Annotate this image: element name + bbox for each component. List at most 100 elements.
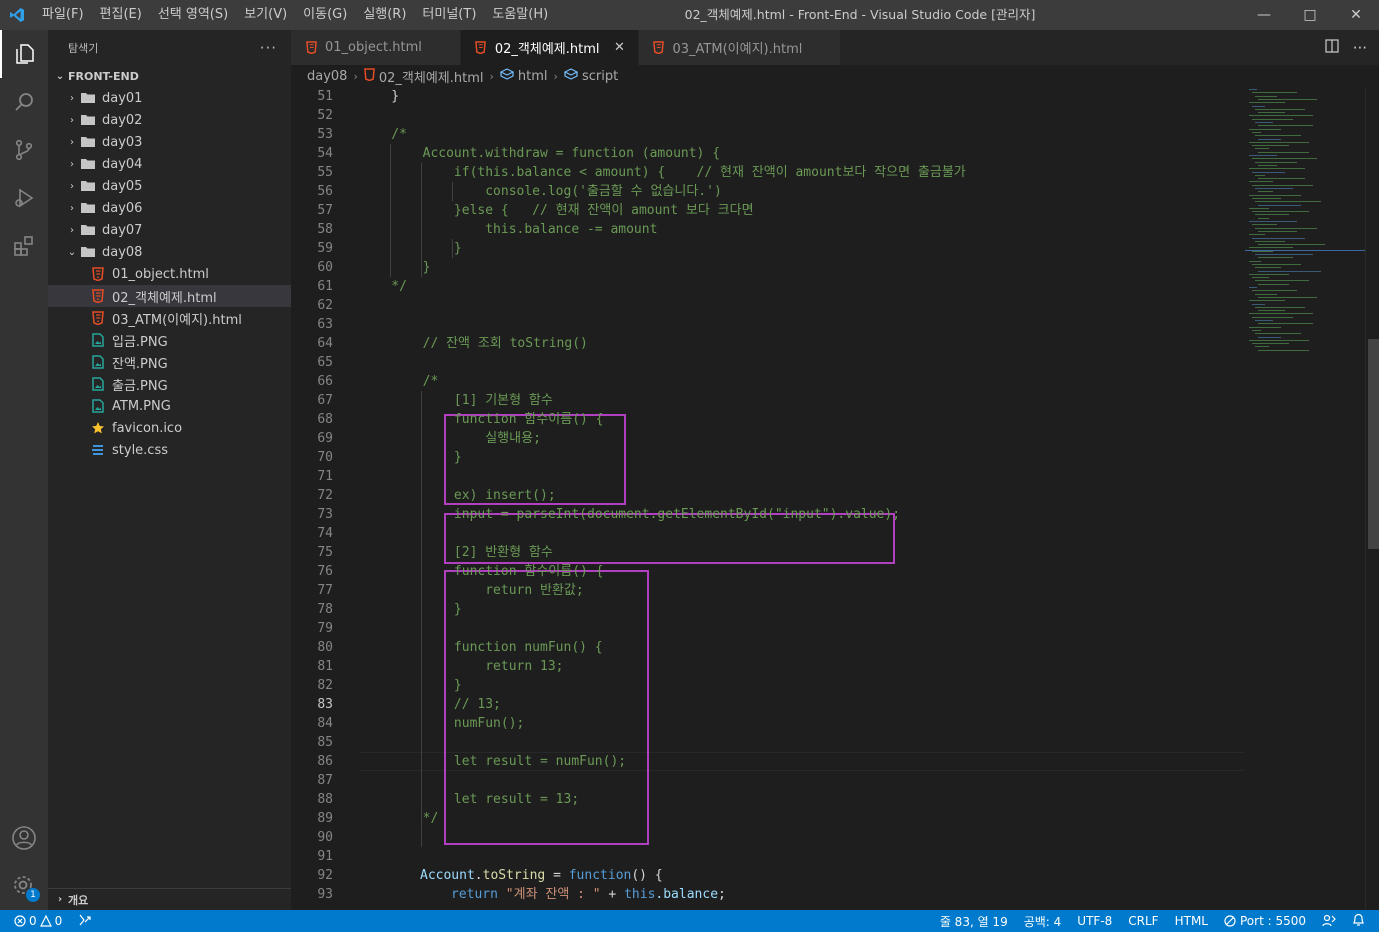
settings-gear-icon[interactable]: 1 bbox=[0, 862, 48, 910]
minimap-line bbox=[1249, 207, 1269, 209]
file-item[interactable]: style.css bbox=[48, 439, 291, 461]
folder-day07[interactable]: › day07 bbox=[48, 219, 291, 241]
folder-day01[interactable]: › day01 bbox=[48, 87, 291, 109]
workspace-root[interactable]: ⌄ FRONT-END bbox=[48, 65, 291, 87]
source-control-icon[interactable] bbox=[0, 126, 48, 174]
folder-day06[interactable]: › day06 bbox=[48, 197, 291, 219]
line-number: 84 bbox=[317, 716, 333, 731]
live-server-status[interactable]: Port : 5500 bbox=[1224, 914, 1306, 928]
account-icon[interactable] bbox=[0, 814, 48, 862]
explorer-icon[interactable] bbox=[0, 30, 48, 78]
live-share-icon[interactable] bbox=[78, 913, 92, 930]
code-editor[interactable]: 51 } 52 53 /* 54 Account.withdraw = functio… bbox=[291, 87, 1379, 910]
minimap-line bbox=[1255, 333, 1301, 335]
split-editor-icon[interactable] bbox=[1325, 38, 1339, 57]
line-number: 55 bbox=[317, 165, 333, 180]
minimap-line bbox=[1258, 112, 1285, 114]
language-mode[interactable]: HTML bbox=[1175, 914, 1208, 928]
breadcrumb-item[interactable]: day08 bbox=[307, 69, 347, 84]
line-number: 57 bbox=[317, 203, 333, 218]
code-line: 63 bbox=[291, 315, 1251, 334]
minimap-line bbox=[1252, 145, 1289, 147]
error-icon bbox=[14, 915, 26, 927]
encoding-status[interactable]: UTF-8 bbox=[1077, 914, 1112, 928]
vertical-scrollbar[interactable] bbox=[1365, 87, 1379, 910]
line-number: 73 bbox=[317, 507, 333, 522]
line-number: 60 bbox=[317, 260, 333, 275]
code-token: .balance bbox=[655, 887, 719, 902]
activity-bar: 1 bbox=[0, 30, 48, 910]
problems-indicator[interactable]: 0 0 bbox=[14, 914, 62, 928]
eol-status[interactable]: CRLF bbox=[1128, 914, 1158, 928]
code-text: /* bbox=[360, 127, 407, 142]
code-line: 93 return "계좌 잔액 : " + this.balance; bbox=[291, 885, 1251, 904]
line-number: 82 bbox=[317, 678, 333, 693]
minimap-line bbox=[1255, 135, 1301, 137]
code-line: 69 실행내용; bbox=[291, 429, 1251, 448]
file-item[interactable]: favicon.ico bbox=[48, 417, 291, 439]
folder-icon bbox=[80, 156, 96, 172]
code-line: 70 } bbox=[291, 448, 1251, 467]
tab-2[interactable]: 02_객체예제.html ✕ bbox=[460, 30, 639, 65]
minimap-line bbox=[1252, 316, 1293, 318]
breadcrumb-item[interactable]: script bbox=[563, 68, 618, 84]
extensions-icon[interactable] bbox=[0, 222, 48, 270]
run-debug-icon[interactable] bbox=[0, 174, 48, 222]
menu-item[interactable]: 터미널(T) bbox=[414, 0, 484, 30]
breadcrumb-item[interactable]: 02_객체예제.html bbox=[363, 67, 484, 86]
minimap-line bbox=[1258, 125, 1313, 127]
close-tab-icon[interactable]: ✕ bbox=[612, 40, 628, 55]
explorer-header: 탐색기 ··· bbox=[48, 30, 291, 65]
minimap-line bbox=[1255, 306, 1305, 308]
outline-section[interactable]: › 개요 bbox=[48, 888, 291, 910]
folder-day02[interactable]: › day02 bbox=[48, 109, 291, 131]
close-window-button[interactable]: ✕ bbox=[1333, 0, 1379, 30]
minimap-line bbox=[1252, 131, 1261, 133]
line-number: 66 bbox=[317, 374, 333, 389]
chevron-right-icon: › bbox=[70, 180, 74, 192]
minimap-line bbox=[1249, 102, 1285, 104]
folder-day08[interactable]: ⌄ day08 bbox=[48, 241, 291, 263]
file-item[interactable]: 입금.PNG bbox=[48, 329, 291, 351]
search-icon[interactable] bbox=[0, 78, 48, 126]
code-line: 75 [2] 반환형 함수 bbox=[291, 543, 1251, 562]
warning-count: 0 bbox=[54, 914, 63, 928]
folder-day05[interactable]: › day05 bbox=[48, 175, 291, 197]
breadcrumb-item[interactable]: html bbox=[499, 68, 548, 84]
file-item[interactable]: 출금.PNG bbox=[48, 373, 291, 395]
scrollbar-thumb[interactable] bbox=[1368, 339, 1379, 549]
folder-day04[interactable]: › day04 bbox=[48, 153, 291, 175]
notifications-bell-icon[interactable] bbox=[1352, 913, 1365, 930]
menu-item[interactable]: 실행(R) bbox=[355, 0, 414, 30]
tab-3[interactable]: 03_ATM(이예지).html bbox=[638, 30, 842, 65]
cursor-position[interactable]: 줄 83, 열 19 bbox=[940, 913, 1008, 930]
minimap-line bbox=[1258, 336, 1281, 338]
tab-1[interactable]: 01_object.html bbox=[291, 30, 461, 65]
minimap-line bbox=[1258, 323, 1313, 325]
folder-day03[interactable]: › day03 bbox=[48, 131, 291, 153]
menu-item[interactable]: 파일(F) bbox=[34, 0, 92, 30]
file-item[interactable]: 03_ATM(이예지).html bbox=[48, 307, 291, 329]
menu-item[interactable]: 도움말(H) bbox=[484, 0, 556, 30]
maximize-button[interactable]: □ bbox=[1287, 0, 1333, 30]
indentation-status[interactable]: 공백: 4 bbox=[1024, 913, 1062, 930]
file-label: 03_ATM(이예지).html bbox=[112, 312, 242, 328]
file-label: style.css bbox=[112, 442, 168, 458]
minimap[interactable] bbox=[1245, 87, 1365, 910]
feedback-icon[interactable] bbox=[1322, 913, 1336, 930]
menu-item[interactable]: 편집(E) bbox=[92, 0, 150, 30]
file-label: favicon.ico bbox=[112, 420, 183, 436]
more-actions-icon[interactable]: ··· bbox=[260, 39, 277, 57]
minimize-button[interactable]: — bbox=[1241, 0, 1287, 30]
more-actions-icon[interactable]: ··· bbox=[1353, 39, 1367, 57]
vscode-logo-icon bbox=[0, 0, 34, 30]
line-number: 51 bbox=[317, 89, 333, 104]
menu-item[interactable]: 보기(V) bbox=[236, 0, 295, 30]
file-item[interactable]: 잔액.PNG bbox=[48, 351, 291, 373]
folder-label: day08 bbox=[102, 244, 143, 260]
menu-item[interactable]: 이동(G) bbox=[295, 0, 355, 30]
file-item[interactable]: ATM.PNG bbox=[48, 395, 291, 417]
menu-item[interactable]: 선택 영역(S) bbox=[150, 0, 236, 30]
file-item[interactable]: 02_객체예제.html bbox=[48, 285, 291, 307]
file-item[interactable]: 01_object.html bbox=[48, 263, 291, 285]
